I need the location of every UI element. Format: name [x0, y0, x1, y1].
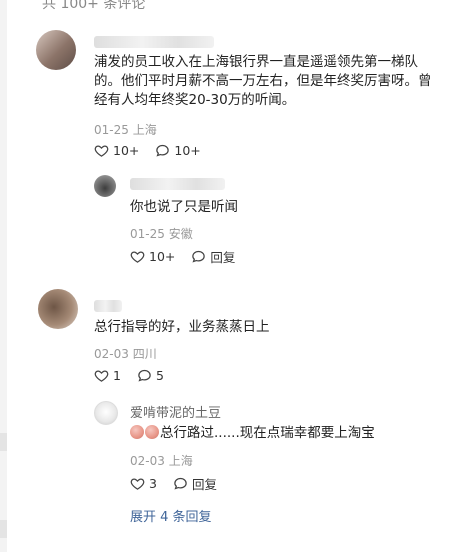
comment-bubble-icon	[156, 144, 170, 157]
comment-meta: 01-25 上海	[94, 121, 157, 138]
like-button[interactable]: 3	[130, 476, 157, 491]
reply-location: 上海	[168, 454, 193, 468]
comment-location: 四川	[132, 347, 157, 361]
like-button[interactable]: 10+	[94, 143, 139, 158]
reply-text: 总行路过......现在点瑞幸都要上淘宝	[130, 424, 440, 443]
like-button[interactable]: 10+	[130, 249, 175, 264]
reply-count: 5	[155, 368, 164, 383]
avatar[interactable]	[38, 289, 78, 329]
reply-meta: 01-25 安徽	[130, 225, 193, 242]
author-name-blurred[interactable]	[94, 300, 122, 312]
like-count: 3	[149, 476, 157, 491]
comment-bubble-icon	[174, 477, 187, 490]
comment-location: 上海	[132, 123, 157, 137]
comment-bubble-icon	[138, 369, 151, 382]
author-name-blurred[interactable]	[130, 178, 225, 190]
like-count: 1	[113, 368, 121, 383]
edge-marker	[0, 520, 7, 538]
reply-label: 回复	[210, 250, 236, 265]
reply-text: 你也说了只是听闻	[130, 199, 238, 215]
left-edge-strip	[0, 0, 7, 552]
avatar[interactable]	[36, 30, 76, 70]
comment-actions: 1 5	[94, 368, 180, 383]
like-count: 10+	[113, 143, 140, 158]
expand-replies-link[interactable]: 展开 4 条回复	[130, 506, 212, 525]
reply-button[interactable]: 回复	[191, 247, 235, 266]
like-button[interactable]: 1	[94, 368, 121, 383]
reply-button[interactable]: 10+	[155, 143, 201, 158]
face-emoji-icon	[130, 425, 144, 439]
reply-button[interactable]: 5	[137, 368, 164, 383]
heart-icon	[94, 370, 109, 382]
comment-date: 01-25	[94, 123, 129, 137]
reply-location: 安徽	[168, 227, 193, 241]
reply-button[interactable]: 回复	[173, 474, 217, 493]
reply-text-body: 总行路过......现在点瑞幸都要上淘宝	[160, 425, 375, 441]
avatar[interactable]	[94, 175, 116, 197]
reply-meta: 02-03 上海	[130, 452, 193, 469]
reply-date: 01-25	[130, 227, 165, 241]
reply-date: 02-03	[130, 454, 165, 468]
comment-text: 浦发的员工收入在上海银行界一直是遥遥领先第一梯队的。他们平时月薪不高一万左右，但…	[94, 54, 432, 108]
heart-icon	[130, 478, 145, 490]
reply-count: 10+	[174, 143, 201, 158]
reply-actions: 10+ 回复	[130, 247, 251, 266]
comment-bubble-icon	[192, 250, 206, 263]
reply-actions: 3 回复	[130, 474, 233, 493]
comment-date: 02-03	[94, 347, 129, 361]
heart-icon	[94, 145, 109, 157]
face-emoji-icon	[145, 425, 159, 439]
avatar[interactable]	[94, 401, 118, 425]
comment-count-header: 共 100+ 条评论	[42, 0, 146, 12]
edge-marker	[0, 433, 7, 451]
comment-text: 总行指导的好，业务蒸蒸日上	[94, 319, 270, 335]
reply-author-name[interactable]: 爱啃带泥的土豆	[130, 402, 221, 421]
reply-label: 回复	[191, 477, 217, 492]
like-count: 10+	[149, 249, 176, 264]
comment-meta: 02-03 四川	[94, 345, 157, 362]
heart-icon	[130, 251, 145, 263]
author-name-blurred[interactable]	[94, 36, 214, 48]
comment-actions: 10+ 10+	[94, 143, 217, 158]
